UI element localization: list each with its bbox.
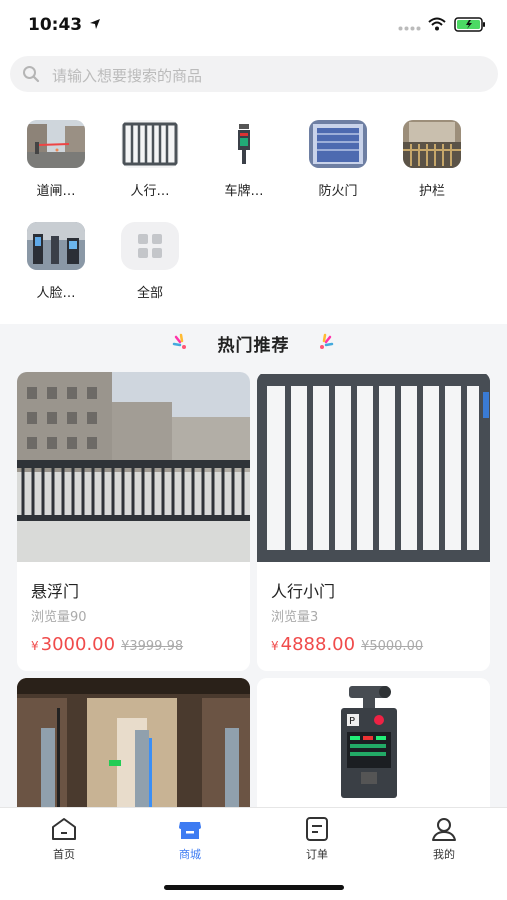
category-label: 车牌… [224,184,264,199]
license-plate-camera-image [215,120,273,168]
product-card[interactable]: P [257,678,490,818]
category-all[interactable]: 全部 [110,222,190,301]
product-name: 人行小门 [271,582,336,601]
product-image-pedestrian-gate [257,372,490,562]
category-label: 护栏 [418,184,445,199]
tab-profile[interactable]: 我的 [404,814,484,862]
guardrail-image [403,120,461,168]
product-image-suspension-gate [17,372,250,562]
product-card[interactable]: 悬浮门 浏览量90 ¥3000.00 ¥3999.98 [17,372,250,671]
product-card[interactable] [17,678,250,818]
status-time: 10:43 [28,15,83,35]
sparkle-right-icon [320,333,334,349]
fire-door-image [309,120,367,168]
category-guardrail[interactable]: 护栏 [392,120,472,199]
search-bar[interactable]: 请输入想要搜索的商品 [10,56,498,92]
category-fire-door[interactable]: 防火门 [298,120,378,199]
product-price: ¥4888.00 ¥5000.00 [271,634,423,655]
product-name: 悬浮门 [31,582,80,601]
all-categories-tile [121,222,179,270]
profile-icon [432,818,456,841]
hot-section-title: 热门推荐 [217,336,290,356]
category-label: 全部 [136,286,163,301]
home-icon [52,818,76,840]
category-label: 防火门 [318,184,358,199]
battery-icon [454,17,485,32]
tab-label: 订单 [306,848,328,861]
wifi-icon [428,17,446,31]
price-value: 3000.00 [40,634,116,655]
search-icon [23,66,40,83]
tab-home[interactable]: 首页 [24,814,104,862]
barrier-gate-image [27,120,85,168]
original-price: ¥3999.98 [121,639,184,654]
location-arrow-icon [90,19,100,29]
grid-icon [138,234,162,258]
search-placeholder: 请输入想要搜索的商品 [52,67,203,85]
category-license-plate[interactable]: 车牌… [204,120,284,199]
tab-store[interactable]: 商城 [150,814,230,862]
home-indicator [164,885,344,890]
svg-text:P: P [349,716,355,727]
top-section: 请输入想要搜索的商品 道闸… 人行… 车牌… 防火门 护栏 人脸… 全部 [0,50,507,324]
price-currency: ¥ [271,639,279,653]
price-currency: ¥ [31,639,39,653]
product-card[interactable]: 人行小门 浏览量3 ¥4888.00 ¥5000.00 [257,372,490,671]
category-label: 人脸… [36,286,76,301]
product-views: 浏览量3 [271,610,319,625]
face-recognition-image [27,222,85,270]
product-image-turnstile [17,678,250,818]
store-icon [179,822,201,839]
tab-orders[interactable]: 订单 [277,814,357,862]
original-price: ¥5000.00 [361,639,424,654]
status-bar: 10:43 [0,0,507,50]
category-label: 人行… [130,184,170,199]
pedestrian-gate-image [121,120,179,168]
category-face-recognition[interactable]: 人脸… [16,222,96,301]
price-value: 4888.00 [280,634,356,655]
category-pedestrian-gate[interactable]: 人行… [110,120,190,199]
hot-section-header: 热门推荐 [0,326,507,360]
signal-dots-icon [398,26,421,31]
category-barrier-gate[interactable]: 道闸… [16,120,96,199]
product-image-license-plate-camera: P [257,678,490,818]
category-label: 道闸… [36,184,76,199]
tab-label: 首页 [53,848,75,861]
tab-label: 我的 [433,848,455,861]
product-price: ¥3000.00 ¥3999.98 [31,634,183,655]
tab-label: 商城 [179,848,201,861]
product-views: 浏览量90 [31,610,87,625]
order-icon [306,817,328,841]
